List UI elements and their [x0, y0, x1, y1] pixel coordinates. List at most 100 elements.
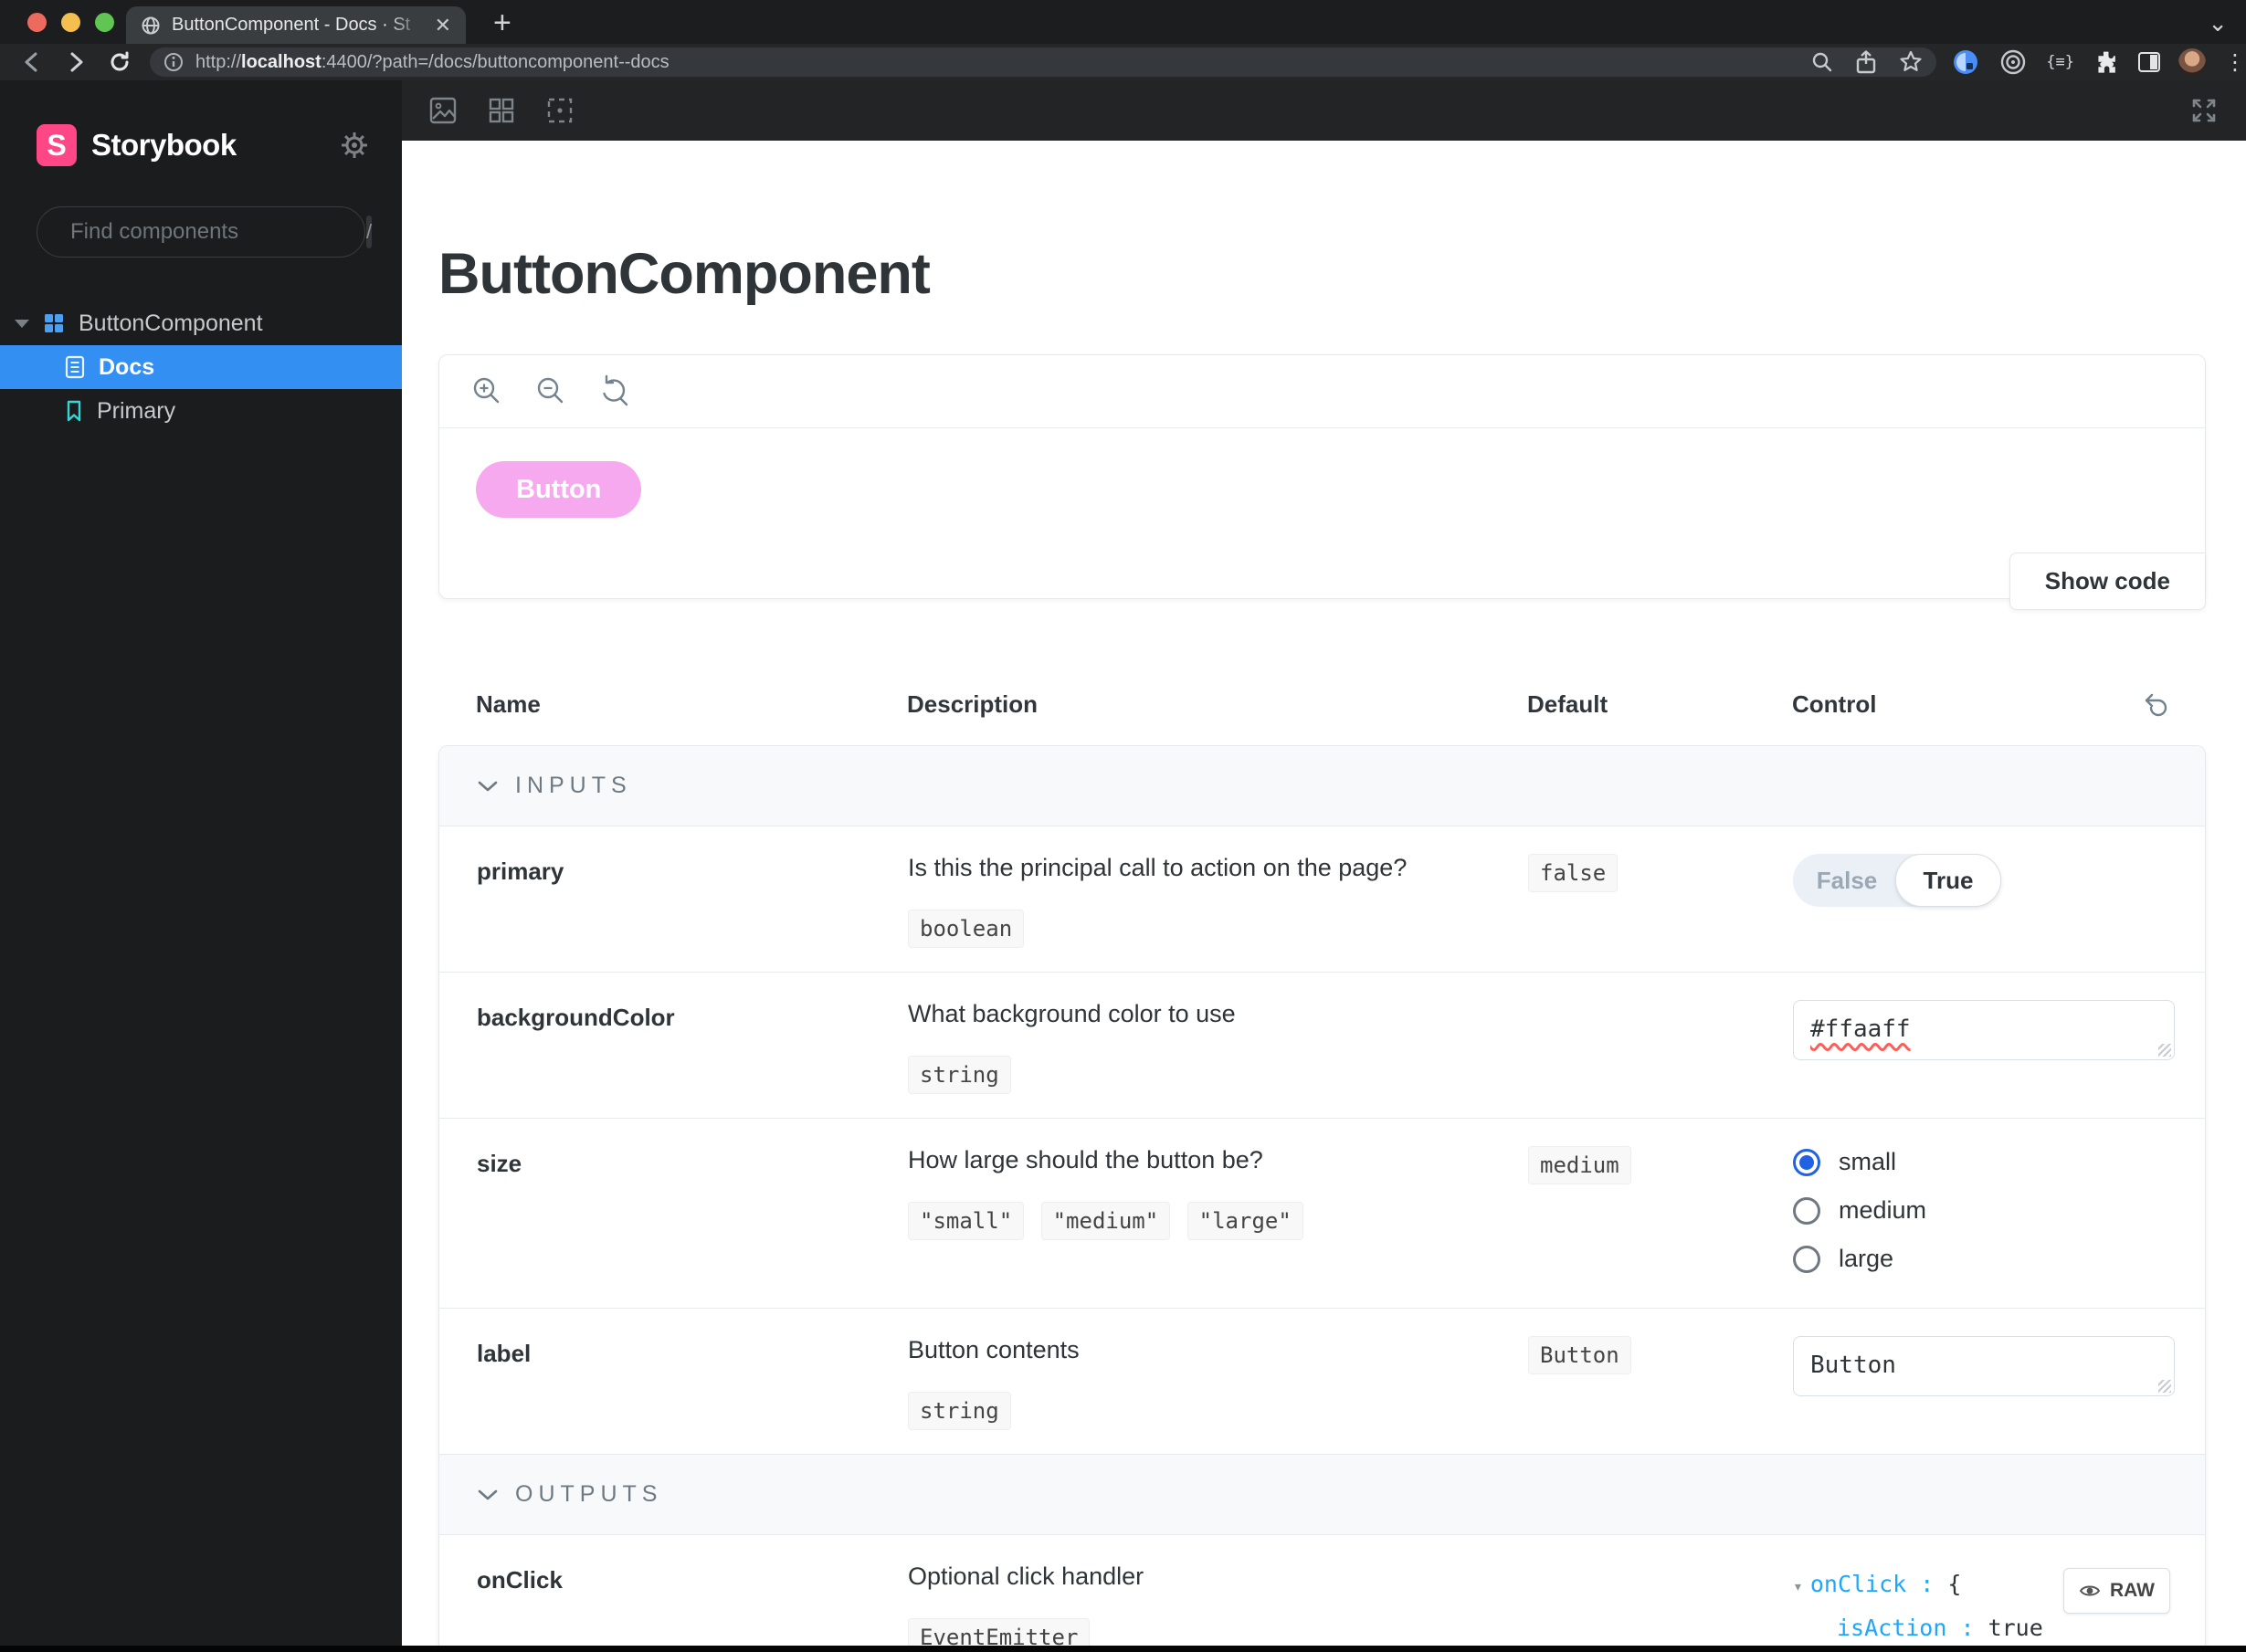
- docs-panel: ButtonComponent Button Show code Name De…: [402, 141, 2246, 1646]
- story-bookmark-icon: [67, 400, 81, 422]
- table-row-backgroundcolor: backgroundColor What background color to…: [439, 973, 2205, 1119]
- resize-handle[interactable]: [2158, 1380, 2171, 1393]
- section-outputs[interactable]: OUTPUTS: [439, 1455, 2205, 1535]
- forward-icon[interactable]: [64, 50, 88, 74]
- radio-option-small[interactable]: small: [1793, 1148, 2170, 1176]
- raw-toggle-button[interactable]: RAW: [2063, 1568, 2170, 1614]
- url-bar[interactable]: http://localhost:4400/?path=/docs/button…: [150, 47, 1937, 77]
- column-header-description: Description: [907, 690, 1039, 718]
- profile-avatar[interactable]: [2178, 48, 2206, 76]
- json-extension-icon[interactable]: {≡}: [2046, 53, 2074, 71]
- storybook-logo: S: [37, 124, 77, 166]
- sidebar-item-buttoncomponent[interactable]: ButtonComponent: [0, 301, 402, 345]
- reset-controls-icon[interactable]: [2142, 690, 2171, 720]
- side-panel-icon[interactable]: [2138, 52, 2160, 72]
- url-path: :4400/?path=/docs/buttoncomponent--docs: [321, 51, 670, 72]
- sidebar-item-label: ButtonComponent: [79, 310, 263, 336]
- window-maximize-button[interactable]: [95, 13, 114, 32]
- window-minimize-button[interactable]: [61, 13, 80, 32]
- sidebar-item-docs[interactable]: Docs: [0, 345, 402, 389]
- section-inputs[interactable]: INPUTS: [439, 746, 2205, 826]
- radio-label: small: [1839, 1148, 1897, 1175]
- boolean-toggle[interactable]: False True: [1793, 854, 2001, 907]
- tab-close-icon[interactable]: ✕: [435, 15, 451, 36]
- tree-caret-icon[interactable]: ▾: [1793, 1577, 1803, 1596]
- docs-page-icon: [65, 355, 85, 379]
- args-table-header: Name Description Default Control: [438, 690, 2206, 745]
- settings-gear-icon[interactable]: [338, 129, 371, 162]
- grid-toggle-icon[interactable]: [484, 93, 519, 128]
- reload-icon[interactable]: [108, 50, 132, 74]
- measure-tool-icon[interactable]: [543, 93, 577, 128]
- search-input[interactable]: [70, 219, 353, 245]
- sidebar-item-label: Docs: [99, 353, 155, 380]
- new-tab-button[interactable]: +: [493, 5, 511, 41]
- prop-name: onClick: [477, 1566, 563, 1594]
- radio-selected-icon[interactable]: [1793, 1148, 1820, 1176]
- column-header-default: Default: [1527, 690, 1608, 718]
- resize-handle[interactable]: [2158, 1044, 2171, 1057]
- preview-button[interactable]: Button: [476, 461, 642, 518]
- sidebar-item-primary[interactable]: Primary: [0, 389, 402, 433]
- toggle-false-label[interactable]: False: [1793, 854, 1901, 907]
- zoom-page-icon[interactable]: [1810, 50, 1834, 74]
- default-chip: medium: [1528, 1146, 1631, 1184]
- zoom-out-icon[interactable]: [533, 374, 569, 410]
- column-header-control: Control: [1792, 690, 1877, 718]
- radio-option-large[interactable]: large: [1793, 1245, 2170, 1273]
- table-row-primary: primary Is this the principal call to ac…: [439, 826, 2205, 973]
- prop-name: label: [477, 1340, 532, 1367]
- raw-label: RAW: [2110, 1580, 2155, 1601]
- radio-label: large: [1839, 1245, 1894, 1272]
- object-key[interactable]: onClick :: [1810, 1571, 1934, 1597]
- prop-description: Is this the principal call to action on …: [908, 854, 1408, 881]
- bookmark-star-icon[interactable]: [1898, 49, 1924, 75]
- password-manager-extension-icon[interactable]: [1951, 47, 1980, 77]
- radio-icon[interactable]: [1793, 1196, 1820, 1225]
- expander-caret-icon[interactable]: [15, 319, 29, 328]
- type-chip: "large": [1186, 1202, 1303, 1240]
- eye-icon: [2079, 1585, 2101, 1596]
- tab-title: ButtonComponent - Docs · St: [172, 15, 411, 35]
- prop-name: primary: [477, 858, 564, 885]
- show-code-button[interactable]: Show code: [2009, 552, 2206, 610]
- window-controls[interactable]: [27, 13, 114, 32]
- object-key[interactable]: isAction :: [1837, 1615, 1975, 1641]
- label-input[interactable]: Button: [1793, 1336, 2175, 1396]
- component-search[interactable]: /: [37, 206, 373, 258]
- type-chip: EventEmitter: [908, 1618, 1091, 1646]
- radio-option-medium[interactable]: medium: [1793, 1196, 2170, 1225]
- browser-window: ButtonComponent - Docs · St ✕ + ⌄ http:/…: [0, 0, 2246, 1652]
- backgroundcolor-value: #ffaaff: [1810, 1015, 1911, 1043]
- default-chip: Button: [1528, 1336, 1631, 1374]
- type-chip: "medium": [1040, 1202, 1171, 1240]
- chevron-down-icon: [478, 1489, 498, 1499]
- table-row-label: label Button contents string Button Butt…: [439, 1309, 2205, 1455]
- browser-tab[interactable]: ButtonComponent - Docs · St ✕: [126, 6, 466, 44]
- prop-description: How large should the button be?: [908, 1146, 1263, 1173]
- preview-zoom-toolbar: [439, 355, 2205, 428]
- backgrounds-image-icon[interactable]: [426, 93, 460, 128]
- window-bottom-edge: [0, 1646, 2246, 1652]
- extensions-puzzle-icon[interactable]: [2093, 48, 2120, 76]
- search-shortcut-key: /: [366, 216, 373, 248]
- browser-menu-icon[interactable]: ⋮: [2224, 49, 2246, 76]
- toggle-true-label[interactable]: True: [1895, 854, 2001, 907]
- back-icon[interactable]: [20, 50, 44, 74]
- site-info-icon[interactable]: [163, 51, 185, 73]
- zoom-reset-icon[interactable]: [596, 374, 633, 410]
- backgroundcolor-input[interactable]: #ffaaff: [1793, 1000, 2175, 1060]
- tab-overflow-chevron-icon[interactable]: ⌄: [2208, 9, 2228, 37]
- radio-icon[interactable]: [1793, 1245, 1820, 1273]
- object-tree[interactable]: ▾onClick : { isAction : true }: [1793, 1563, 2043, 1646]
- zoom-in-icon[interactable]: [469, 374, 505, 410]
- section-label: OUTPUTS: [515, 1481, 663, 1507]
- window-close-button[interactable]: [27, 13, 47, 32]
- prop-description: Optional click handler: [908, 1563, 1144, 1590]
- prop-name: backgroundColor: [477, 1004, 675, 1031]
- type-chip: boolean: [908, 910, 1025, 948]
- target-extension-icon[interactable]: [1998, 47, 2028, 77]
- share-icon[interactable]: [1854, 49, 1878, 75]
- fullscreen-expand-icon[interactable]: [2186, 92, 2222, 129]
- label-value: Button: [1810, 1352, 1896, 1379]
